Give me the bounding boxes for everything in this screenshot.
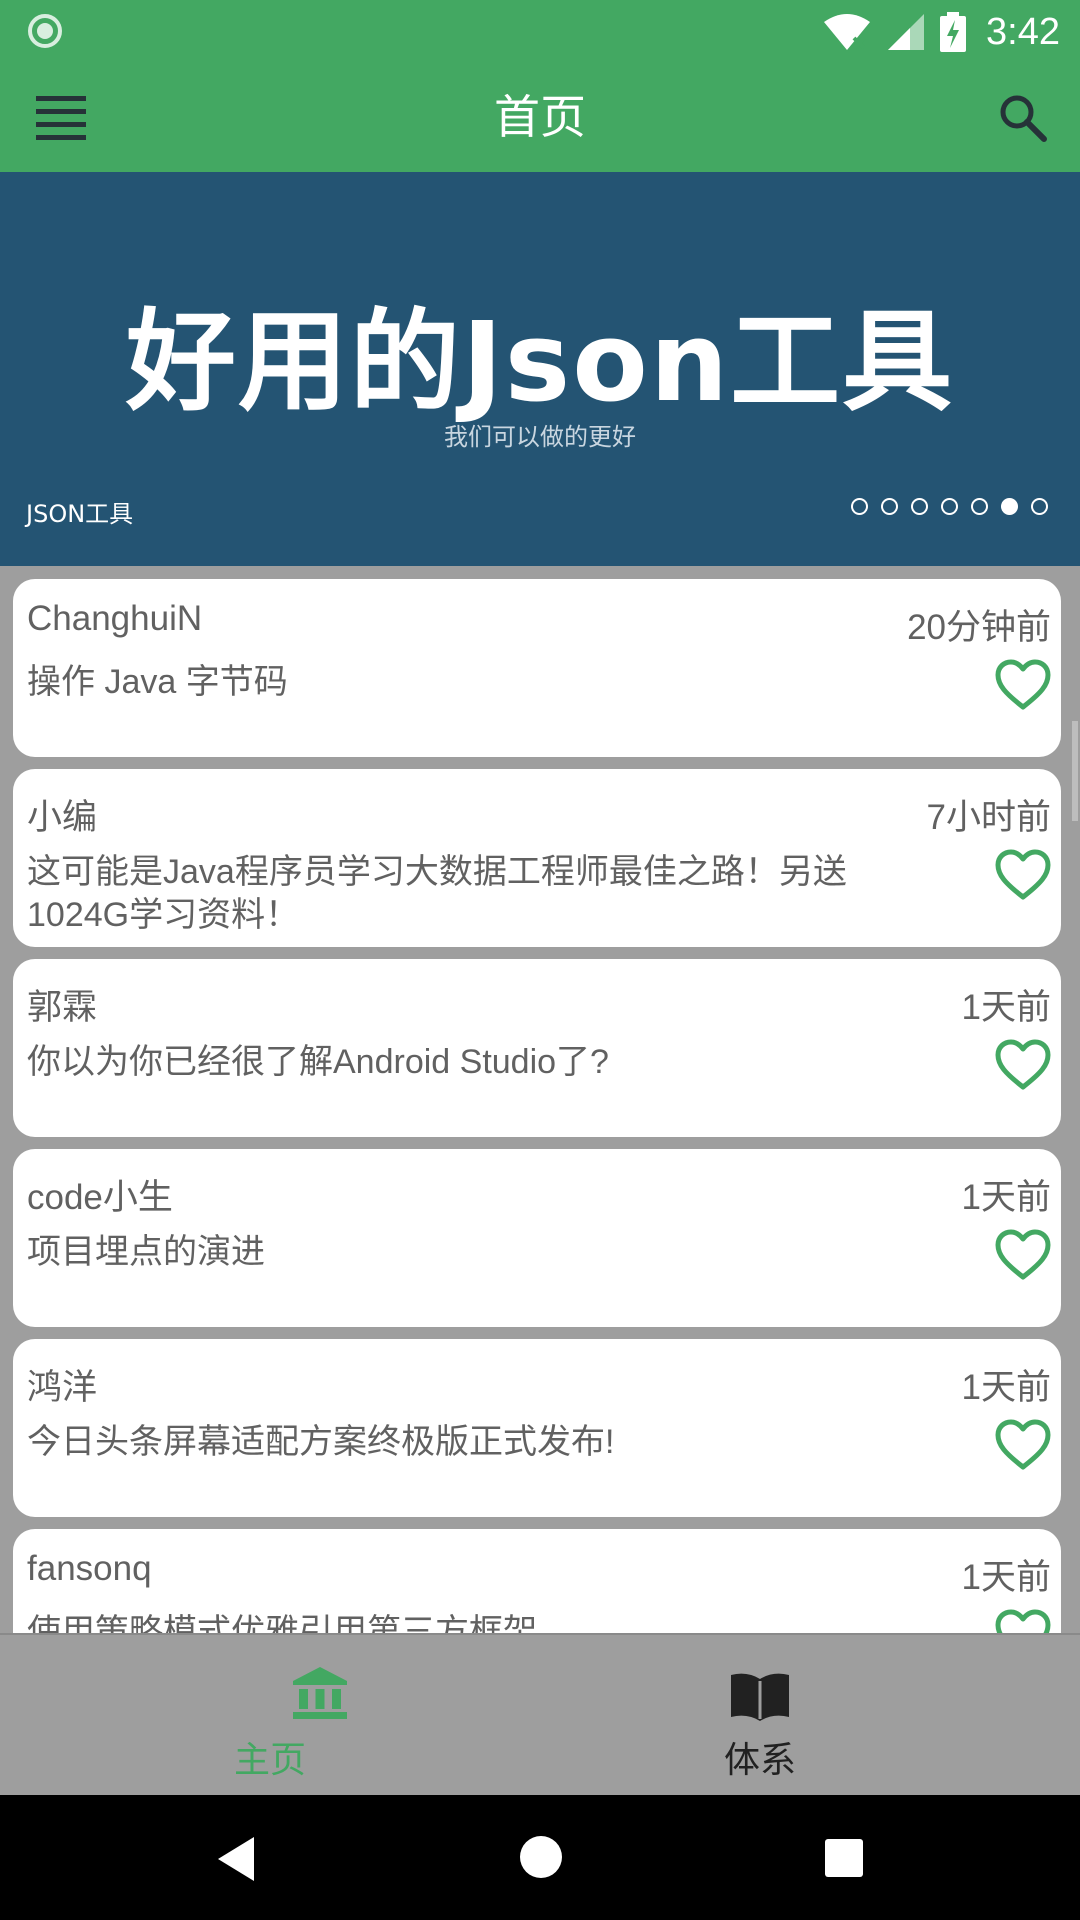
- favorite-heart-icon[interactable]: [995, 1419, 1051, 1471]
- wifi-icon: [824, 14, 871, 50]
- article-card[interactable]: 小编 7小时前这可能是Java程序员学习大数据工程师最佳之路！另送1024G学习资…: [13, 769, 1061, 947]
- article-title: 项目埋点的演进: [27, 1233, 265, 1271]
- favorite-heart-icon[interactable]: [995, 1609, 1051, 1633]
- favorite-heart-icon[interactable]: [995, 659, 1051, 711]
- article-card[interactable]: fansonq 1天前使用策略模式优雅引用第三方框架: [13, 1529, 1061, 1633]
- article-card[interactable]: code小生 1天前项目埋点的演进: [13, 1149, 1061, 1327]
- status-bar: 3:42: [0, 0, 1080, 63]
- article-author: 鸿洋: [27, 1368, 98, 1407]
- article-time: 20分钟前: [907, 608, 1051, 647]
- bottom-navigation: 主页 体系: [0, 1633, 1080, 1795]
- favorite-heart-icon[interactable]: [995, 1229, 1051, 1281]
- article-title: 使用策略模式优雅引用第三方框架: [27, 1613, 537, 1633]
- indicator-dot[interactable]: [881, 498, 898, 515]
- article-card[interactable]: ChanghuiN 20分钟前操作 Java 字节码: [13, 579, 1061, 757]
- app-bar: 首页: [0, 63, 1080, 172]
- indicator-dot[interactable]: [971, 498, 988, 515]
- article-author: fansonq: [27, 1549, 152, 1588]
- article-time: 1天前: [961, 988, 1051, 1027]
- bank-icon: [293, 1667, 347, 1719]
- article-card[interactable]: 郭霖 1天前你以为你已经很了解Android Studio了?: [13, 959, 1061, 1137]
- article-author: ChanghuiN: [27, 599, 203, 638]
- banner-heading: 好用的Json工具: [125, 298, 955, 426]
- banner-caption: JSON工具: [26, 500, 134, 528]
- nav-label-system: 体系: [723, 1740, 796, 1781]
- indicator-dot[interactable]: [911, 498, 928, 515]
- article-author: code小生: [27, 1178, 173, 1217]
- battery-charging-icon: [940, 12, 967, 52]
- page-title: 首页: [494, 90, 586, 144]
- cell-signal-icon: [888, 14, 925, 50]
- banner-subtitle: 我们可以做的更好: [444, 423, 636, 451]
- article-title: 操作 Java 字节码: [27, 663, 288, 701]
- article-time: 1天前: [961, 1178, 1051, 1217]
- favorite-heart-icon[interactable]: [995, 849, 1051, 901]
- search-icon[interactable]: [996, 91, 1050, 145]
- indicator-dot[interactable]: [851, 498, 868, 515]
- system-navigation-bar: [0, 1795, 1080, 1920]
- indicator-dot[interactable]: [1031, 498, 1048, 515]
- book-icon: [731, 1673, 789, 1721]
- status-time: 3:42: [986, 10, 1060, 53]
- article-card[interactable]: 鸿洋 1天前今日头条屏幕适配方案终极版正式发布!: [13, 1339, 1061, 1517]
- article-list[interactable]: ChanghuiN 20分钟前操作 Java 字节码 小编 7小时前这可能是Java程…: [0, 566, 1080, 1633]
- indicator-dot[interactable]: [941, 498, 958, 515]
- article-time: 1天前: [961, 1368, 1051, 1407]
- article-title: 你以为你已经很了解Android Studio了?: [27, 1043, 609, 1081]
- home-icon[interactable]: [518, 1834, 564, 1880]
- article-author: 小编: [27, 798, 98, 837]
- article-time: 7小时前: [926, 798, 1051, 837]
- notification-icon: [28, 14, 62, 48]
- article-time: 1天前: [961, 1558, 1051, 1597]
- nav-label-home: 主页: [233, 1740, 306, 1781]
- banner-page-indicator: [851, 498, 1048, 515]
- back-icon[interactable]: [214, 1835, 258, 1883]
- banner-carousel[interactable]: 好用的Json工具 我们可以做的更好 JSON工具: [0, 172, 1080, 566]
- article-title: 这可能是Java程序员学习大数据工程师最佳之路！另送1024G学习资料！: [27, 853, 847, 934]
- nav-item-system[interactable]: 体系: [490, 1635, 1030, 1795]
- article-author: 郭霖: [27, 988, 98, 1027]
- scrollbar[interactable]: [1072, 721, 1078, 821]
- article-title: 今日头条屏幕适配方案终极版正式发布!: [27, 1423, 615, 1461]
- recents-icon[interactable]: [823, 1837, 865, 1879]
- indicator-dot[interactable]: [1001, 498, 1018, 515]
- status-icons: 3:42: [822, 6, 1060, 58]
- favorite-heart-icon[interactable]: [995, 1039, 1051, 1091]
